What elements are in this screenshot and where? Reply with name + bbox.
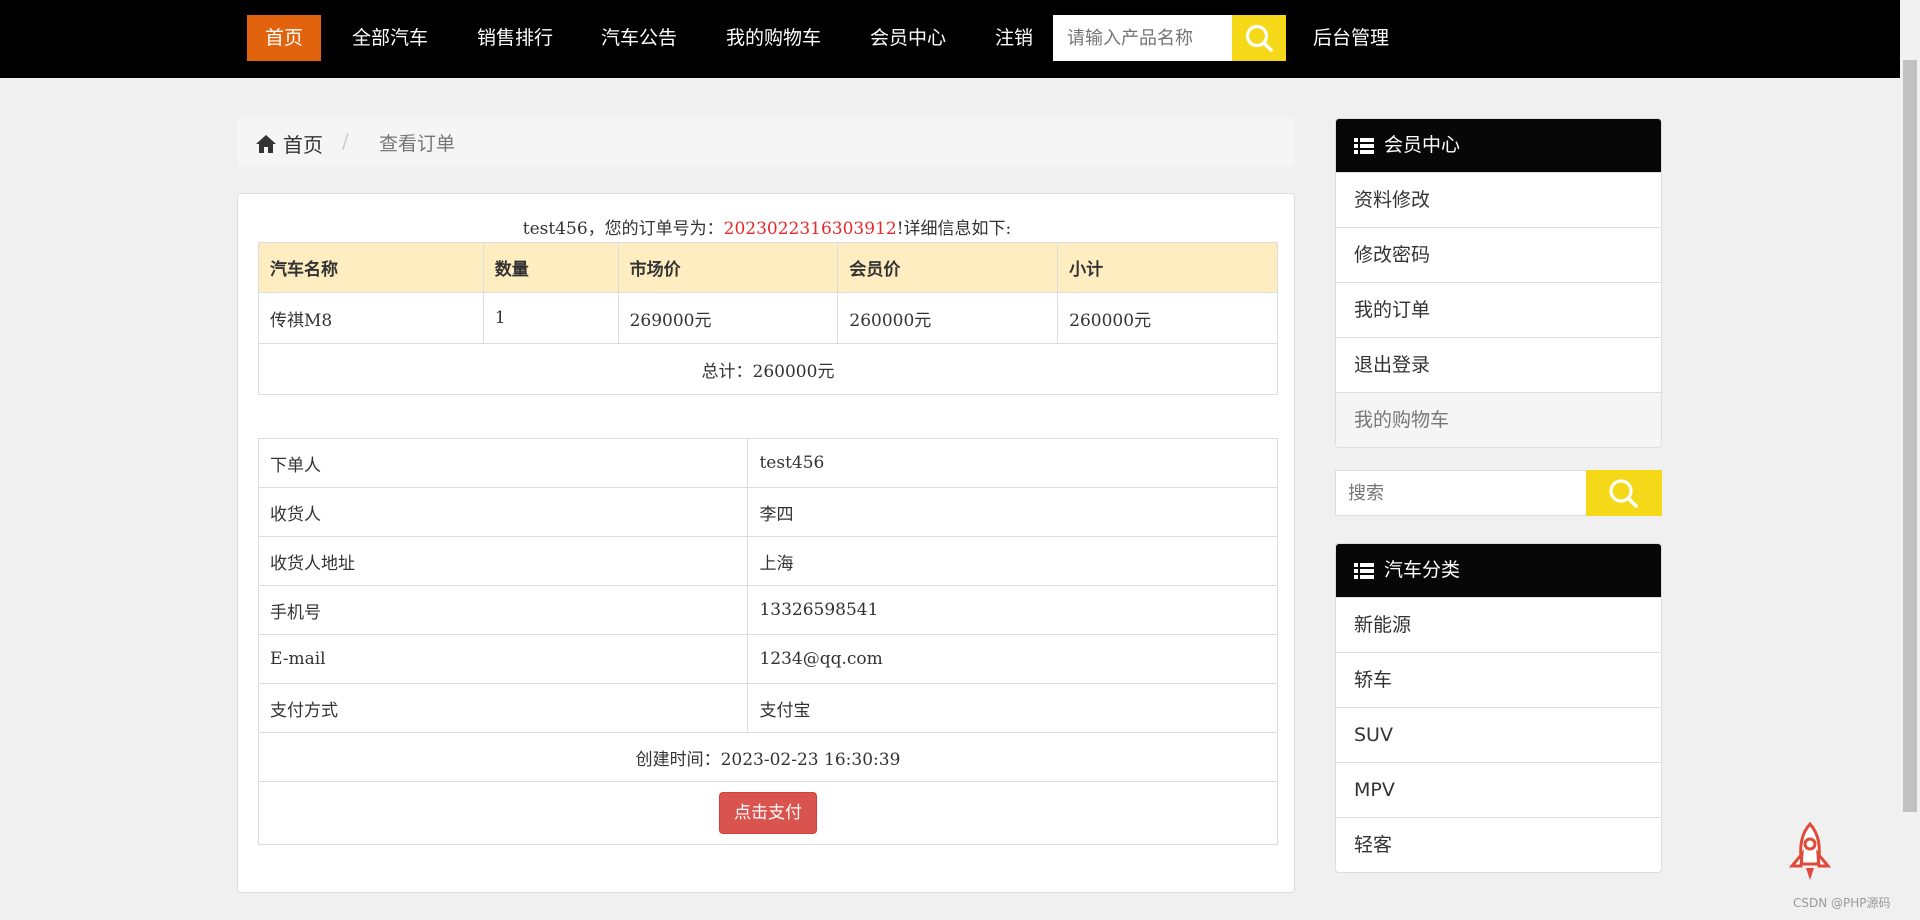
created-time: 创建时间：2023-02-23 16:30:39 bbox=[258, 732, 1278, 782]
rocket-icon bbox=[1788, 821, 1832, 880]
list-icon bbox=[1354, 137, 1374, 154]
nav-cart[interactable]: 我的购物车 bbox=[726, 15, 821, 61]
table-row: 支付方式 支付宝 bbox=[257, 683, 1278, 733]
sidebar-item-logout[interactable]: 退出登录 bbox=[1336, 337, 1661, 392]
breadcrumb-home[interactable]: 首页 bbox=[255, 129, 323, 158]
nav-search-button[interactable] bbox=[1232, 15, 1286, 61]
order-message: test456，您的订单号为：2023022316303912!详细信息如下: bbox=[238, 214, 1296, 239]
member-center-title: 会员中心 bbox=[1384, 134, 1461, 156]
sidebar-search bbox=[1335, 470, 1662, 516]
breadcrumb: 首页 / 查看订单 bbox=[237, 117, 1295, 167]
detail-label: 下单人 bbox=[257, 438, 749, 488]
member-center-panel: 会员中心 资料修改 修改密码 我的订单 退出登录 我的购物车 bbox=[1335, 118, 1662, 448]
nav-announcements[interactable]: 汽车公告 bbox=[601, 15, 677, 61]
table-row: 收货人 李四 bbox=[257, 487, 1278, 537]
sidebar-search-button[interactable] bbox=[1586, 470, 1662, 516]
detail-value: 支付宝 bbox=[747, 683, 1278, 733]
column-header: 数量 bbox=[482, 242, 619, 293]
nav-home[interactable]: 首页 bbox=[247, 15, 322, 61]
created-row: 创建时间：2023-02-23 16:30:39 bbox=[258, 732, 1278, 782]
scrollbar-thumb[interactable] bbox=[1903, 60, 1917, 812]
detail-value: 1234@qq.com bbox=[747, 634, 1278, 684]
order-items-table: 汽车名称 数量 市场价 会员价 小计 传祺M8 1 269000元 260000… bbox=[258, 242, 1278, 395]
breadcrumb-separator: / bbox=[342, 129, 349, 153]
search-icon bbox=[1245, 24, 1273, 52]
order-user: test456 bbox=[522, 219, 588, 239]
breadcrumb-home-label: 首页 bbox=[283, 133, 323, 157]
nav-search bbox=[1053, 15, 1286, 61]
category-item-sedan[interactable]: 轿车 bbox=[1336, 652, 1661, 707]
top-nav: 首页 全部汽车 销售排行 汽车公告 我的购物车 会员中心 注销 后台管理 bbox=[0, 0, 1900, 78]
nav-admin[interactable]: 后台管理 bbox=[1313, 15, 1389, 61]
category-item-mpv[interactable]: MPV bbox=[1336, 762, 1661, 817]
nav-member-center[interactable]: 会员中心 bbox=[870, 15, 946, 61]
member-center-header: 会员中心 bbox=[1336, 119, 1661, 172]
total-row: 总计：260000元 bbox=[258, 343, 1278, 395]
sidebar-item-my-orders[interactable]: 我的订单 bbox=[1336, 282, 1661, 337]
order-total: 总计：260000元 bbox=[258, 343, 1278, 395]
item-member-price: 260000元 bbox=[837, 292, 1059, 344]
breadcrumb-current: 查看订单 bbox=[379, 133, 456, 155]
table-row: 传祺M8 1 269000元 260000元 260000元 bbox=[258, 292, 1278, 344]
table-row: 收货人地址 上海 bbox=[257, 536, 1278, 586]
sidebar-item-cart[interactable]: 我的购物车 bbox=[1336, 392, 1661, 447]
table-row: 下单人 test456 bbox=[257, 438, 1278, 488]
pay-row: 点击支付 bbox=[258, 781, 1278, 845]
item-subtotal: 260000元 bbox=[1057, 292, 1278, 344]
order-outro: !详细信息如下: bbox=[896, 219, 1012, 239]
order-intro: ，您的订单号为： bbox=[587, 219, 724, 239]
item-name: 传祺M8 bbox=[258, 292, 484, 344]
sidebar-search-input[interactable] bbox=[1335, 470, 1587, 516]
detail-label: 收货人 bbox=[257, 487, 749, 537]
detail-value: 13326598541 bbox=[747, 585, 1278, 635]
column-header: 市场价 bbox=[617, 242, 839, 293]
detail-label: 支付方式 bbox=[257, 683, 749, 733]
car-categories-panel: 汽车分类 新能源 轿车 SUV MPV 轻客 bbox=[1335, 543, 1662, 873]
item-qty: 1 bbox=[482, 292, 619, 344]
detail-value: 上海 bbox=[747, 536, 1278, 586]
detail-label: 手机号 bbox=[257, 585, 749, 635]
item-market-price: 269000元 bbox=[617, 292, 839, 344]
car-categories-title: 汽车分类 bbox=[1384, 559, 1461, 581]
back-to-top-button[interactable] bbox=[1783, 820, 1837, 890]
column-header: 小计 bbox=[1057, 242, 1278, 293]
category-item-light-bus[interactable]: 轻客 bbox=[1336, 817, 1661, 872]
nav-sales-ranking[interactable]: 销售排行 bbox=[477, 15, 553, 61]
pay-cell: 点击支付 bbox=[258, 781, 1278, 845]
column-header: 会员价 bbox=[837, 242, 1059, 293]
table-header-row: 汽车名称 数量 市场价 会员价 小计 bbox=[258, 242, 1278, 293]
order-number: 2023022316303912 bbox=[723, 219, 897, 239]
nav-all-cars[interactable]: 全部汽车 bbox=[352, 15, 428, 61]
category-item-suv[interactable]: SUV bbox=[1336, 707, 1661, 762]
sidebar-item-change-password[interactable]: 修改密码 bbox=[1336, 227, 1661, 282]
detail-value: 李四 bbox=[747, 487, 1278, 537]
table-row: 手机号 13326598541 bbox=[257, 585, 1278, 635]
pay-button[interactable]: 点击支付 bbox=[719, 792, 817, 834]
nav-search-input[interactable] bbox=[1053, 15, 1232, 61]
nav-logout[interactable]: 注销 bbox=[995, 15, 1033, 61]
search-icon bbox=[1609, 479, 1638, 508]
order-panel: test456，您的订单号为：2023022316303912!详细信息如下: … bbox=[237, 193, 1295, 893]
home-icon bbox=[256, 135, 276, 153]
category-item-new-energy[interactable]: 新能源 bbox=[1336, 597, 1661, 652]
watermark: CSDN @PHP源码 bbox=[1793, 896, 1891, 910]
list-icon bbox=[1354, 562, 1374, 579]
car-categories-header: 汽车分类 bbox=[1336, 544, 1661, 597]
detail-label: E-mail bbox=[257, 634, 749, 684]
detail-label: 收货人地址 bbox=[257, 536, 749, 586]
sidebar-item-edit-profile[interactable]: 资料修改 bbox=[1336, 172, 1661, 227]
column-header: 汽车名称 bbox=[258, 242, 484, 293]
detail-value: test456 bbox=[747, 438, 1278, 488]
table-row: E-mail 1234@qq.com bbox=[257, 634, 1278, 684]
order-details-table: 下单人 test456 收货人 李四 收货人地址 上海 手机号 13326598… bbox=[257, 438, 1278, 845]
